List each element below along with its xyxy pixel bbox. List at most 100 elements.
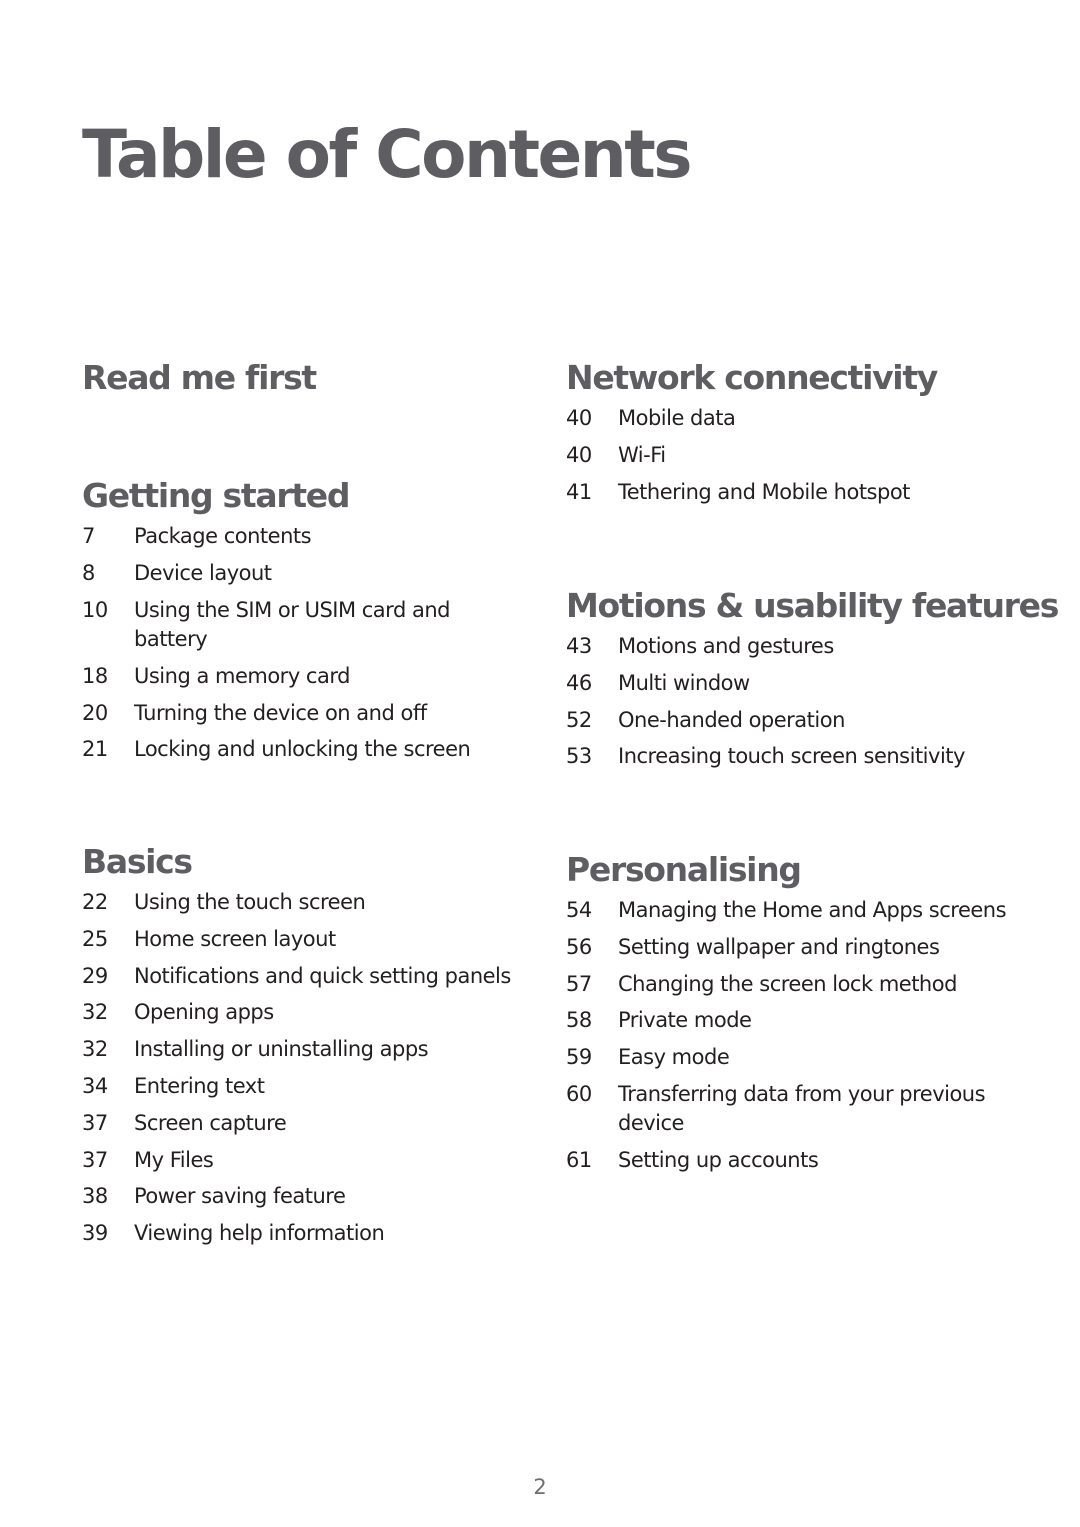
section-title[interactable]: Basics: [82, 842, 542, 882]
entry-page-number: 22: [82, 890, 108, 914]
entry-page-number: 37: [82, 1147, 108, 1172]
entry-label: Using the SIM or USIM card and battery: [134, 597, 450, 652]
entry-label: Locking and unlocking the screen: [134, 737, 471, 762]
entry-label: Increasing touch screen sensitivity: [618, 744, 965, 769]
toc-entry[interactable]: 60 Transferring data from your previous d…: [566, 1080, 1026, 1139]
entry-label: Screen capture: [134, 1110, 287, 1135]
toc-entry[interactable]: 20 Turning the device on and off: [82, 699, 542, 729]
entry-page-number: 10: [82, 597, 108, 622]
entry-page-number: 37: [82, 1110, 108, 1135]
toc-section-read-me-first: Read me first: [82, 358, 542, 404]
entry-page-number: 57: [566, 971, 592, 996]
toc-entry[interactable]: 37 My Files: [82, 1146, 542, 1176]
entry-page-number: 52: [566, 707, 592, 732]
toc-section-personalising: Personalising 54 Managing the Home and Ap…: [566, 850, 1026, 1183]
toc-entry[interactable]: 7 Package contents: [82, 522, 542, 552]
entry-label: Tethering and Mobile hotspot: [618, 479, 910, 504]
toc-entry[interactable]: 10 Using the SIM or USIM card and battery: [82, 596, 542, 655]
toc-entry[interactable]: 54 Managing the Home and Apps screens: [566, 896, 1026, 926]
toc-entry[interactable]: 58 Private mode: [566, 1006, 1026, 1036]
entry-label: Power saving feature: [134, 1184, 346, 1209]
entry-page-number: 21: [82, 737, 108, 762]
toc-entry[interactable]: 41 Tethering and Mobile hotspot: [566, 478, 1026, 508]
toc-entry-list: 40 Mobile data 40 Wi-Fi 41 Tethering and Mo…: [566, 404, 1026, 507]
entry-page-number: 40: [566, 442, 592, 467]
entry-page-number: 38: [82, 1184, 108, 1209]
toc-entry-list: 7 Package contents 8 Device layout 10 Using…: [82, 522, 542, 765]
section-title[interactable]: Read me first: [82, 358, 542, 398]
toc-entry-list: 22 Using the touch screen 25 Home screen l…: [82, 888, 542, 1249]
toc-entry[interactable]: 40 Wi-Fi: [566, 441, 1026, 471]
entry-label: One-handed operation: [618, 707, 845, 732]
toc-entry[interactable]: 8 Device layout: [82, 559, 542, 589]
toc-entry[interactable]: 43 Motions and gestures: [566, 632, 1026, 662]
toc-entry[interactable]: 61 Setting up accounts: [566, 1146, 1026, 1176]
entry-label: Device layout: [134, 560, 272, 585]
toc-entry[interactable]: 53 Increasing touch screen sensitivity: [566, 742, 1026, 772]
section-title[interactable]: Getting started: [82, 476, 542, 516]
toc-entry[interactable]: 52 One-handed operation: [566, 706, 1026, 736]
footer-page-number: 2: [533, 1475, 547, 1499]
entry-label: Motions and gestures: [618, 634, 834, 658]
toc-entry[interactable]: 39 Viewing help information: [82, 1219, 542, 1249]
entry-label: Multi window: [618, 670, 750, 695]
section-title[interactable]: Network connectivity: [566, 358, 1026, 398]
entry-label: Managing the Home and Apps screens: [618, 898, 1007, 922]
entry-page-number: 20: [82, 700, 108, 725]
entry-page-number: 25: [82, 926, 108, 951]
toc-section-network-connectivity: Network connectivity 40 Mobile data 40 Wi-…: [566, 358, 1026, 514]
entry-page-number: 29: [82, 963, 108, 988]
page-title: Table of Contents: [82, 116, 693, 193]
entry-label: Package contents: [134, 524, 312, 548]
entry-page-number: 41: [566, 479, 592, 504]
entry-label: Transferring data from your previous dev…: [618, 1081, 986, 1136]
toc-entry[interactable]: 29 Notifications and quick setting panels: [82, 962, 542, 992]
toc-entry[interactable]: 34 Entering text: [82, 1072, 542, 1102]
entry-label: Setting wallpaper and ringtones: [618, 934, 940, 959]
toc-entry-list: 43 Motions and gestures 46 Multi window 52…: [566, 632, 1026, 772]
entry-label: Using the touch screen: [134, 890, 366, 914]
entry-page-number: 46: [566, 670, 592, 695]
entry-page-number: 53: [566, 744, 592, 769]
toc-entry-list: 54 Managing the Home and Apps screens 56 S…: [566, 896, 1026, 1176]
toc-section-basics: Basics 22 Using the touch screen 25 Home s…: [82, 842, 542, 1256]
entry-label: Easy mode: [618, 1045, 730, 1070]
entry-page-number: 60: [566, 1081, 592, 1106]
toc-entry[interactable]: 46 Multi window: [566, 669, 1026, 699]
entry-label: Entering text: [134, 1073, 265, 1098]
toc-entry[interactable]: 59 Easy mode: [566, 1043, 1026, 1073]
entry-label: Turning the device on and off: [134, 700, 427, 725]
toc-section-motions-usability: Motions & usability features 43 Motions a…: [566, 586, 1059, 779]
toc-entry[interactable]: 21 Locking and unlocking the screen: [82, 735, 542, 765]
toc-entry[interactable]: 56 Setting wallpaper and ringtones: [566, 933, 1026, 963]
section-title[interactable]: Personalising: [566, 850, 1026, 890]
entry-label: Opening apps: [134, 1000, 274, 1025]
toc-entry[interactable]: 22 Using the touch screen: [82, 888, 542, 918]
entry-page-number: 32: [82, 1037, 108, 1062]
entry-label: Changing the screen lock method: [618, 971, 957, 996]
toc-entry[interactable]: 25 Home screen layout: [82, 925, 542, 955]
entry-label: Wi-Fi: [618, 442, 666, 467]
entry-label: Private mode: [618, 1008, 752, 1033]
entry-page-number: 32: [82, 1000, 108, 1025]
entry-page-number: 43: [566, 634, 592, 658]
entry-page-number: 8: [82, 560, 95, 585]
entry-label: Viewing help information: [134, 1221, 385, 1246]
entry-label: Installing or uninstalling apps: [134, 1037, 429, 1062]
section-title[interactable]: Motions & usability features: [566, 586, 1059, 626]
toc-entry[interactable]: 40 Mobile data: [566, 404, 1026, 434]
toc-entry[interactable]: 18 Using a memory card: [82, 662, 542, 692]
toc-entry[interactable]: 32 Opening apps: [82, 998, 542, 1028]
entry-label: Mobile data: [618, 406, 736, 430]
entry-label: Home screen layout: [134, 926, 336, 951]
entry-label: Using a memory card: [134, 663, 350, 688]
toc-entry[interactable]: 32 Installing or uninstalling apps: [82, 1035, 542, 1065]
entry-page-number: 34: [82, 1073, 108, 1098]
entry-page-number: 54: [566, 898, 592, 922]
entry-page-number: 40: [566, 406, 592, 430]
entry-page-number: 59: [566, 1045, 592, 1070]
toc-entry[interactable]: 38 Power saving feature: [82, 1182, 542, 1212]
entry-page-number: 7: [82, 524, 95, 548]
toc-entry[interactable]: 57 Changing the screen lock method: [566, 970, 1026, 1000]
toc-entry[interactable]: 37 Screen capture: [82, 1109, 542, 1139]
